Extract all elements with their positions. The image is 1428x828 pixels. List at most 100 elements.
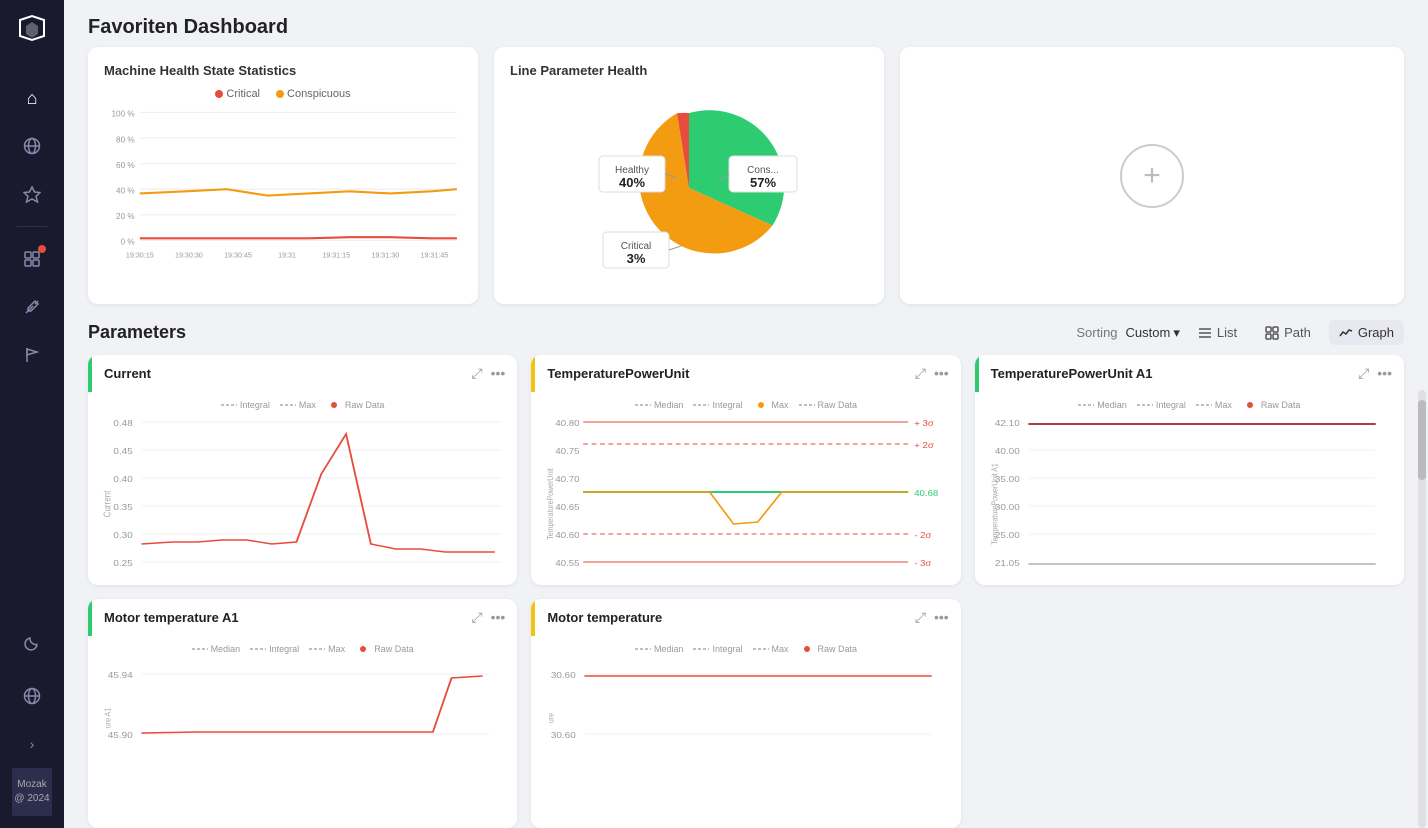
expand-icon-temp-power[interactable]: ⤢ <box>915 365 926 382</box>
param-title-temp-a1: TemperaturePowerUnit A1 <box>991 366 1358 381</box>
sidebar-item-darkmode[interactable] <box>12 624 52 664</box>
svg-text:0 %: 0 % <box>121 237 136 247</box>
add-widget-button[interactable]: + <box>1120 144 1184 208</box>
legend-critical: Critical <box>215 88 260 100</box>
sidebar-item-globe[interactable] <box>12 126 52 166</box>
more-icon-motor[interactable]: ••• <box>934 609 949 626</box>
svg-text:20 %: 20 % <box>116 211 135 221</box>
expand-icon-current[interactable]: ⤢ <box>471 365 482 382</box>
parameters-header: Parameters Sorting Custom ▾ List <box>64 320 1428 355</box>
view-graph-btn[interactable]: Graph <box>1329 320 1404 345</box>
sidebar-item-flag[interactable] <box>12 335 52 375</box>
param-card-motor-a1: Motor temperature A1 ⤢ ••• Median Integr… <box>88 599 517 828</box>
app-logo[interactable] <box>16 12 48 50</box>
svg-text:40.80: 40.80 <box>556 419 580 428</box>
view-list-btn[interactable]: List <box>1188 320 1247 345</box>
param-legend-current: Integral Max Raw Data <box>98 400 507 410</box>
svg-text:40.70: 40.70 <box>556 475 580 484</box>
param-legend-motor-a1: Median Integral Max Raw Data <box>98 644 507 654</box>
sort-value: Custom <box>1126 325 1171 340</box>
svg-text:40.60: 40.60 <box>556 531 580 540</box>
sort-label: Sorting <box>1076 325 1117 340</box>
svg-text:19:30:15: 19:30:15 <box>126 250 154 259</box>
more-icon-current[interactable]: ••• <box>491 365 506 382</box>
sidebar-item-tools[interactable] <box>12 287 52 327</box>
health-chart-legend: Critical Conspicuous <box>104 88 462 100</box>
machine-health-card: Machine Health State Statistics Critical… <box>88 47 478 304</box>
svg-text:19:30:30: 19:30:30 <box>175 250 203 259</box>
more-icon-temp-power[interactable]: ••• <box>934 365 949 382</box>
svg-text:45.90: 45.90 <box>108 730 133 739</box>
svg-text:0.25: 0.25 <box>113 559 132 568</box>
param-card-temp-power: TemperaturePowerUnit ⤢ ••• Median Integr… <box>531 355 960 585</box>
svg-text:- 3σ: - 3σ <box>915 559 933 568</box>
expand-icon-temp-a1[interactable]: ⤢ <box>1358 365 1369 382</box>
svg-text:19:31:45: 19:31:45 <box>420 250 448 259</box>
param-card-header-temp-a1: TemperaturePowerUnit A1 ⤢ ••• <box>975 355 1404 392</box>
scrollbar-thumb[interactable] <box>1418 400 1426 480</box>
svg-text:0.48: 0.48 <box>113 419 132 428</box>
machine-health-title: Machine Health State Statistics <box>104 63 462 78</box>
path-icon <box>1265 326 1279 340</box>
line-health-title: Line Parameter Health <box>510 63 868 78</box>
sidebar-item-home[interactable]: ⌂ <box>12 78 52 118</box>
svg-text:57%: 57% <box>750 175 776 190</box>
param-actions-current: ⤢ ••• <box>471 365 505 382</box>
param-actions-temp-power: ⤢ ••• <box>915 365 949 382</box>
param-actions-motor: ⤢ ••• <box>915 609 949 626</box>
legend-rawdata: Raw Data <box>326 400 385 410</box>
view-path-btn[interactable]: Path <box>1255 320 1321 345</box>
svg-text:30.60: 30.60 <box>551 670 576 679</box>
svg-text:30.60: 30.60 <box>551 730 576 739</box>
svg-text:80 %: 80 % <box>116 134 135 144</box>
svg-text:40.55: 40.55 <box>556 559 580 568</box>
pie-chart-container: Healthy 40% Cons... 57% Critical 3% <box>510 88 868 288</box>
page-title: Favoriten Dashboard <box>88 16 1404 39</box>
svg-text:100 %: 100 % <box>112 109 136 119</box>
health-chart-area: 100 % 80 % 60 % 40 % 20 % 0 % <box>104 106 462 266</box>
param-card-motor: Motor temperature ⤢ ••• Median Integral … <box>531 599 960 828</box>
svg-text:19:31:15: 19:31:15 <box>322 250 350 259</box>
more-icon-motor-a1[interactable]: ••• <box>491 609 506 626</box>
graph-icon <box>1339 326 1353 340</box>
expand-icon-motor[interactable]: ⤢ <box>915 609 926 626</box>
svg-text:45.94: 45.94 <box>108 670 133 679</box>
param-card-temp-a1: TemperaturePowerUnit A1 ⤢ ••• Median Int… <box>975 355 1404 585</box>
param-card-header-motor: Motor temperature ⤢ ••• <box>531 599 960 636</box>
param-legend-temp-a1: Median Integral Max Raw Data <box>985 400 1394 410</box>
svg-text:TemperaturePowerUnit: TemperaturePowerUnit <box>546 468 556 540</box>
svg-text:19:31:30: 19:31:30 <box>371 250 399 259</box>
param-chart-temp-power: Median Integral Max Raw Data 40.80 <box>531 392 960 585</box>
param-card-header-current: Current ⤢ ••• <box>88 355 517 392</box>
svg-text:0.30: 0.30 <box>113 531 132 540</box>
legend-max: Max <box>280 400 316 410</box>
param-title-current: Current <box>104 366 471 381</box>
sidebar-item-language[interactable] <box>12 676 52 716</box>
param-actions-motor-a1: ⤢ ••• <box>471 609 505 626</box>
expand-icon-motor-a1[interactable]: ⤢ <box>471 609 482 626</box>
sidebar-expand-btn[interactable]: › <box>12 724 52 764</box>
add-widget-card: + <box>900 47 1404 304</box>
svg-text:Current: Current <box>102 490 113 517</box>
svg-text:21.05: 21.05 <box>995 559 1020 568</box>
page-header: Favoriten Dashboard <box>64 0 1428 47</box>
more-icon-temp-a1[interactable]: ••• <box>1377 365 1392 382</box>
svg-text:40.75: 40.75 <box>556 447 580 456</box>
param-title-motor-a1: Motor temperature A1 <box>104 610 471 625</box>
line-health-card: Line Parameter Health <box>494 47 884 304</box>
sidebar-divider-1 <box>17 226 47 227</box>
sorting-controls: Sorting Custom ▾ List <box>1076 320 1404 345</box>
top-cards-row: Machine Health State Statistics Critical… <box>64 47 1428 320</box>
sidebar-user-info: Mozak @ 2024 <box>12 768 52 816</box>
sidebar-bottom: › Mozak @ 2024 <box>12 620 52 816</box>
svg-text:ure: ure <box>546 712 556 723</box>
svg-text:60 %: 60 % <box>116 160 135 170</box>
graph-btn-label: Graph <box>1358 325 1394 340</box>
svg-text:40%: 40% <box>619 175 645 190</box>
svg-text:ure A1: ure A1 <box>103 707 113 727</box>
sidebar-item-favorites[interactable] <box>12 174 52 214</box>
sidebar-item-grid[interactable] <box>12 239 52 279</box>
svg-text:+ 2σ: + 2σ <box>915 441 935 450</box>
sort-select-btn[interactable]: Custom ▾ <box>1126 325 1180 341</box>
param-chart-current: Integral Max Raw Data 0.48 0.45 0.40 0.3… <box>88 392 517 585</box>
